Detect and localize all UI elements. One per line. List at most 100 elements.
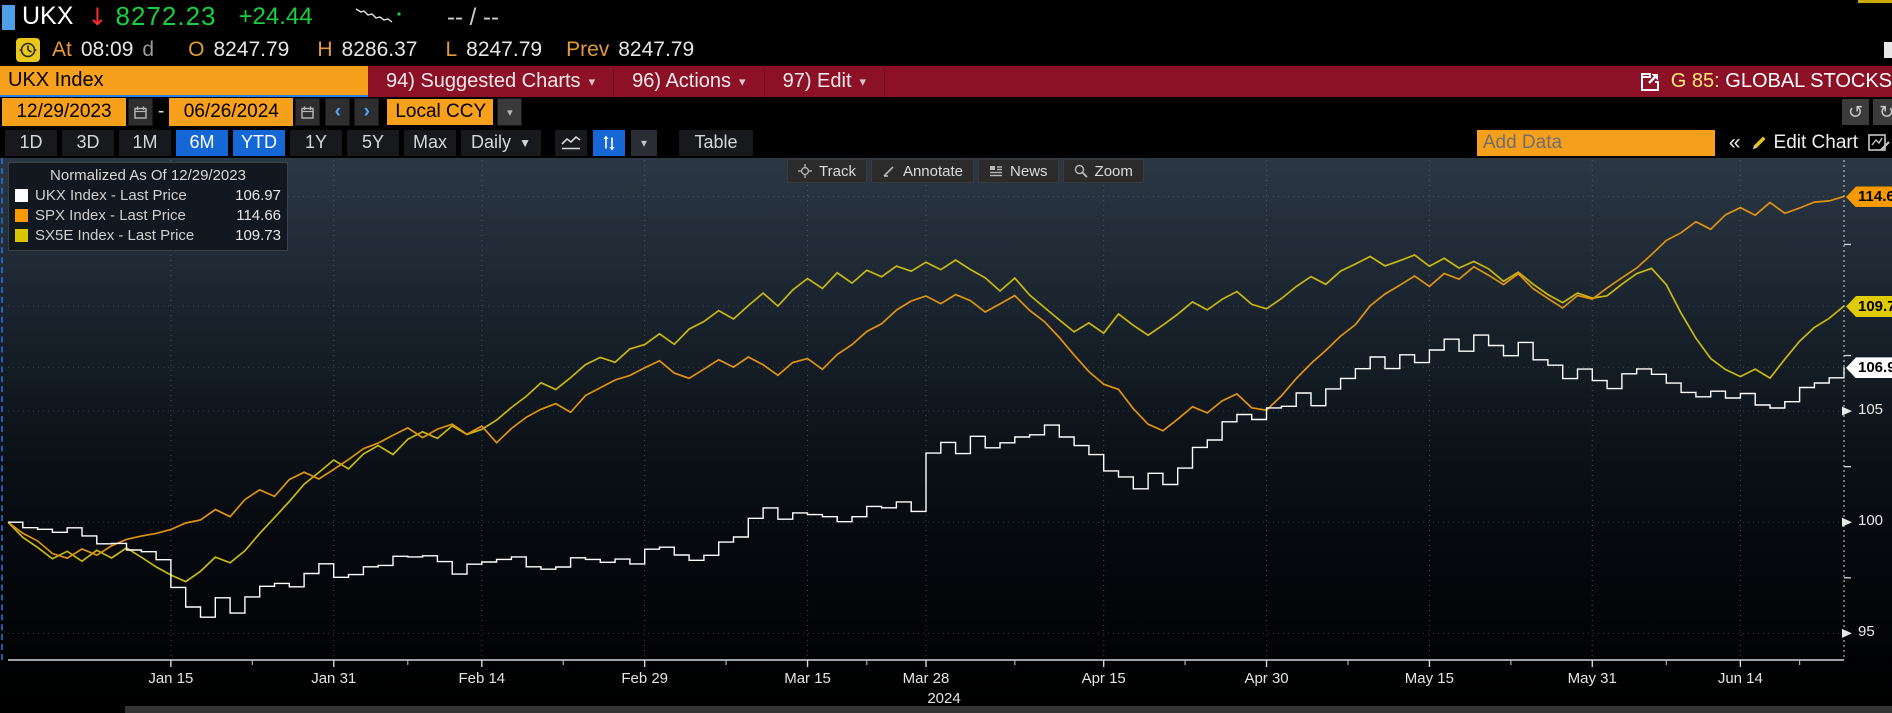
legend-item-ukx[interactable]: UKX Index - Last Price 106.97 [15, 187, 281, 204]
menu-edit[interactable]: 97) Edit ▾ [765, 66, 886, 97]
period-ytd-button[interactable]: YTD [233, 129, 285, 156]
edit-chart-button[interactable]: Edit Chart [1751, 132, 1858, 154]
redo-button[interactable]: ↻ [1873, 99, 1892, 125]
period-1y-button[interactable]: 1Y [290, 129, 342, 156]
chart-toolbar: 1D 3D 1M 6M YTD 1Y 5Y Max Daily ▼ ▾ Tabl… [0, 127, 1892, 158]
annotate-button[interactable]: Annotate [870, 159, 975, 183]
zoom-button[interactable]: Zoom [1062, 159, 1144, 183]
period-max-button[interactable]: Max [404, 129, 456, 156]
compare-normalize-button[interactable] [593, 129, 625, 156]
chart-area[interactable]: Track Annotate News Zoom Normalized As O… [0, 158, 1892, 707]
add-data-input[interactable] [1476, 129, 1715, 156]
undo-button[interactable]: ↺ [1842, 99, 1869, 125]
currency-select[interactable]: Local CCY [387, 99, 494, 125]
session-time: 08:09 [80, 37, 134, 61]
bottom-scrollbar[interactable] [125, 706, 1892, 713]
high-value: 8286.37 [341, 37, 418, 61]
y-axis-label: 105 [1858, 401, 1884, 419]
legend-value: 106.97 [235, 187, 281, 204]
chevron-left-icon: ‹ [334, 101, 341, 122]
session-clock-icon[interactable] [16, 37, 40, 62]
zoom-label: Zoom [1094, 162, 1133, 180]
chevron-down-icon: ▾ [640, 135, 648, 150]
news-button[interactable]: News [978, 159, 1059, 183]
ticker-symbol: UKX [22, 2, 74, 30]
currency-dropdown-button[interactable]: ▾ [497, 98, 523, 126]
bloomberg-terminal-window: UKX ↓ 8272.23 +24.44 -- / -- At 08:09 d … [0, 0, 1892, 713]
range-back-button[interactable]: ‹ [325, 98, 351, 126]
chevron-down-icon: ▾ [739, 73, 746, 89]
chart-page-name: GLOBAL STOCKS [1725, 70, 1892, 92]
open-value: 8247.79 [213, 37, 290, 61]
chevron-down-icon: ▾ [588, 73, 596, 89]
period-5y-button[interactable]: 5Y [347, 129, 399, 156]
y-tick-arrow [1842, 517, 1852, 527]
currency-value: Local CCY [395, 101, 487, 122]
table-button[interactable]: Table [679, 129, 753, 156]
chart-type-dropdown-button[interactable]: ▾ [631, 129, 657, 156]
x-axis-label: Mar 28 [902, 670, 950, 687]
up-down-arrows-icon [603, 135, 615, 150]
magnifier-icon [1074, 164, 1088, 178]
period-1m-button[interactable]: 1M [119, 129, 171, 156]
legend-item-sx5e[interactable]: SX5E Index - Last Price 109.73 [15, 227, 281, 244]
annotate-pencil-icon [883, 166, 894, 177]
redo-icon: ↻ [1878, 101, 1892, 123]
x-axis-label: Apr 30 [1244, 670, 1289, 687]
price-down-arrow-icon: ↓ [87, 2, 108, 31]
period-1d-button[interactable]: 1D [5, 129, 57, 156]
menu-actions-label: 96) Actions [632, 70, 732, 92]
x-axis-label: May 15 [1404, 670, 1455, 687]
low-value: 8247.79 [466, 37, 543, 61]
session-at-label: At [52, 37, 72, 61]
chart-page-title: G 85: GLOBAL STOCKS [1671, 70, 1892, 93]
range-forward-button[interactable]: › [354, 98, 380, 126]
legend-name: UKX Index - Last Price [35, 187, 187, 204]
x-axis-label: May 31 [1567, 670, 1617, 687]
line-chart-icon [561, 135, 581, 149]
chevron-down-icon: ▾ [507, 106, 513, 119]
crosshair-icon [798, 164, 812, 178]
chart-settings-icon[interactable] [1868, 133, 1890, 152]
legend-swatch-sx5e [15, 229, 28, 242]
legend-swatch-spx [15, 209, 28, 222]
series-ukx [8, 334, 1845, 618]
start-date-calendar-icon[interactable] [128, 98, 153, 126]
security-input[interactable] [0, 66, 368, 97]
pencil-icon [1752, 136, 1766, 149]
end-date-input[interactable] [169, 98, 294, 126]
legend-item-spx[interactable]: SPX Index - Last Price 114.66 [15, 207, 281, 224]
collapse-panel-button[interactable]: « [1729, 131, 1741, 155]
chart-tool-buttons: Track Annotate News Zoom [787, 159, 1144, 183]
period-6m-button[interactable]: 6M [176, 129, 228, 156]
menu-suggested-charts[interactable]: 94) Suggested Charts ▾ [368, 66, 615, 97]
last-price: 8272.23 [115, 1, 217, 31]
chevron-down-icon: ▾ [859, 73, 867, 89]
track-label: Track [819, 162, 856, 180]
legend-title: Normalized As Of 12/29/2023 [50, 167, 246, 184]
start-date-input[interactable] [2, 98, 126, 126]
sparkline-icon [355, 7, 401, 23]
legend-name: SPX Index - Last Price [35, 207, 186, 224]
bid-ask-placeholder: -- / -- [447, 4, 499, 31]
menu-actions[interactable]: 96) Actions ▾ [614, 66, 765, 97]
undo-icon: ↺ [1847, 101, 1864, 123]
y-tick-arrow [1842, 628, 1852, 638]
x-axis-label: Jan 31 [311, 670, 357, 687]
x-axis-label: Jan 15 [148, 670, 194, 687]
x-axis-year-label: 2024 [927, 690, 961, 707]
end-date-calendar-icon[interactable] [295, 98, 321, 126]
export-icon[interactable] [1639, 71, 1661, 93]
frequency-select[interactable]: Daily ▼ [461, 129, 541, 156]
x-axis-label: Feb 14 [458, 670, 506, 687]
quote-bar: UKX ↓ 8272.23 +24.44 -- / -- [0, 0, 1892, 33]
edit-chart-label: Edit Chart [1773, 131, 1858, 153]
period-3d-button[interactable]: 3D [62, 129, 114, 156]
y-axis-label: 95 [1858, 623, 1875, 641]
top-edge-marker [1858, 0, 1892, 3]
y-axis-label: 100 [1858, 512, 1884, 530]
x-axis-label: Jun 14 [1717, 670, 1763, 687]
line-chart-type-button[interactable] [555, 129, 587, 156]
chevron-right-icon: › [363, 101, 370, 122]
track-button[interactable]: Track [787, 159, 867, 183]
